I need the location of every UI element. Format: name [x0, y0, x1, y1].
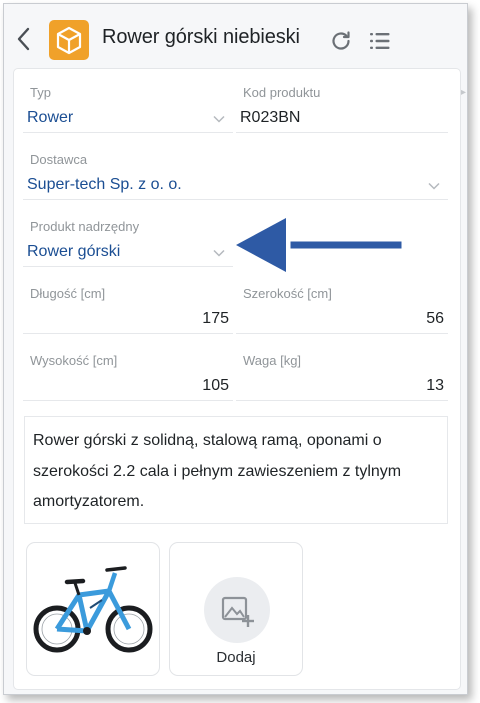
width-field[interactable]: Szerokość [cm] 56 — [236, 274, 448, 334]
list-menu-button[interactable] — [368, 29, 392, 53]
height-label: Wysokość [cm] — [30, 353, 118, 368]
type-select[interactable]: Typ Rower — [23, 73, 233, 133]
scroll-right-icon[interactable]: ▸ — [461, 87, 466, 98]
refresh-button[interactable] — [329, 29, 353, 53]
refresh-icon — [332, 31, 350, 50]
bicycle-image — [33, 566, 153, 653]
supplier-select[interactable]: Dostawca Super-tech Sp. z o. o. — [23, 140, 448, 200]
package-box-icon — [56, 26, 82, 55]
list-icon — [370, 33, 390, 49]
add-image-button[interactable]: Dodaj — [169, 542, 303, 676]
header-bar: Rower górski niebieski — [4, 4, 467, 70]
description-textarea[interactable]: Rower górski z solidną, stalową ramą, op… — [24, 416, 448, 524]
product-code-label: Kod produktu — [243, 85, 321, 100]
app-icon — [49, 20, 89, 60]
chevron-down-icon — [213, 249, 225, 257]
page-title: Rower górski niebieski — [102, 26, 300, 48]
supplier-label: Dostawca — [30, 152, 88, 167]
weight-field[interactable]: Waga [kg] 13 — [236, 341, 448, 401]
type-value: Rower — [27, 109, 74, 126]
product-code-field[interactable]: Kod produktu R023BN — [236, 73, 448, 133]
type-label: Typ — [30, 85, 51, 100]
product-image-thumbnail[interactable] — [26, 542, 160, 676]
add-image-label: Dodaj — [216, 649, 256, 666]
parent-product-value: Rower górski — [27, 243, 121, 260]
app-window: Rower górski niebieski ▸ Typ Rower Kod p… — [3, 3, 468, 695]
annotation-arrow-icon — [236, 218, 402, 272]
width-value: 56 — [426, 310, 444, 327]
weight-value: 13 — [426, 377, 444, 394]
chevron-left-icon — [17, 27, 30, 51]
product-form: Typ Rower Kod produktu R023BN Dostawca S… — [13, 68, 461, 690]
supplier-value: Super-tech Sp. z o. o. — [27, 176, 182, 193]
parent-product-label: Produkt nadrzędny — [30, 219, 140, 234]
weight-label: Waga [kg] — [243, 353, 302, 368]
parent-product-select[interactable]: Produkt nadrzędny Rower górski — [23, 207, 233, 267]
length-field[interactable]: Długość [cm] 175 — [23, 274, 233, 334]
product-code-value: R023BN — [240, 109, 301, 126]
chevron-down-icon — [428, 182, 440, 190]
height-value: 105 — [202, 377, 229, 394]
back-button[interactable] — [13, 24, 35, 54]
length-label: Długość [cm] — [30, 286, 106, 301]
width-label: Szerokość [cm] — [243, 286, 332, 301]
height-field[interactable]: Wysokość [cm] 105 — [23, 341, 233, 401]
add-image-icon — [221, 596, 254, 627]
chevron-down-icon — [213, 115, 225, 123]
add-image-circle — [204, 577, 270, 643]
length-value: 175 — [202, 310, 229, 327]
